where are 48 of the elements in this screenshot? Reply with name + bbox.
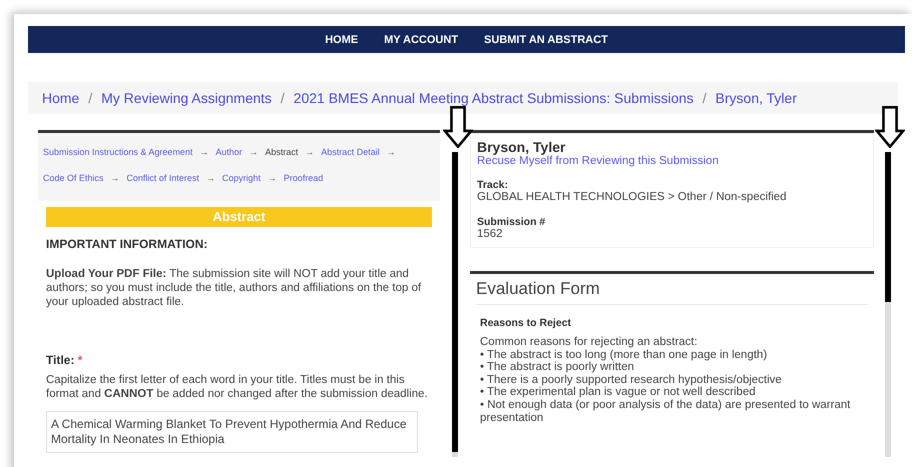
step-arrow: → (305, 146, 314, 159)
track-value: GLOBAL HEALTH TECHNOLOGIES > Other / Non-specified (477, 191, 788, 204)
section-header: Abstract (46, 207, 432, 227)
step-link[interactable]: Submission Instructions & Agreement (43, 139, 193, 165)
author-name: Bryson, Tyler (477, 139, 566, 155)
step-link[interactable]: Code Of Ethics (43, 165, 104, 191)
step-link[interactable]: Abstract Detail (321, 139, 380, 165)
step-arrow: → (249, 146, 258, 159)
title-help: Capitalize the first letter of each word in your title. Titles must be in this format and CANNOT be added nor changed after the submission deadline. (46, 373, 429, 401)
breadcrumb-link[interactable]: Bryson, Tyler (715, 90, 797, 106)
reasons-intro: Common reasons for rejecting an abstract: (480, 336, 698, 349)
step-arrow: → (386, 146, 396, 159)
breadcrumb-link[interactable]: 2021 BMES Annual Meeting Abstract Submissions: Submissions (294, 90, 694, 106)
scrollbar[interactable] (452, 152, 458, 457)
title-label: Title: (46, 353, 74, 367)
step-link[interactable]: Proofread (284, 165, 324, 191)
step-arrow: → (206, 172, 216, 185)
step-arrow: → (200, 146, 209, 159)
breadcrumb-link[interactable]: Home (42, 90, 80, 106)
recuse-link[interactable]: Recuse Myself from Reviewing this Submission (477, 155, 867, 167)
nav-link[interactable]: SUBMIT AN ABSTRACT (484, 34, 608, 46)
reason-item: • Not enough data (or poor analysis of the data) are presented to warrant presentation (480, 398, 852, 424)
submission-number: 1562 (477, 228, 504, 241)
reason-item: • The abstract is poorly written (480, 361, 636, 374)
section-heading: Reasons to Reject (480, 317, 572, 329)
important-heading: IMPORTANT INFORMATION: (46, 237, 209, 251)
scrollbar[interactable] (885, 152, 891, 457)
title-field[interactable]: A Chemical Warming Blanket To Prevent Hypothermia And Reduce Mortality In Neonates In Ethiopia (46, 411, 418, 453)
nav-link[interactable]: MY ACCOUNT (384, 34, 458, 46)
reason-item: • The abstract is too long (more than one page in length) (480, 348, 768, 362)
breadcrumb-separator: / (280, 90, 285, 106)
evaluation-heading: Evaluation Form (476, 279, 868, 305)
submission-number-label: Submission # (477, 216, 546, 228)
nav-link[interactable]: HOME (325, 34, 358, 46)
step-link[interactable]: Copyright (222, 165, 261, 191)
step-arrow: → (268, 172, 277, 185)
reason-item: • There is a poorly supported research hypothesis/objective (480, 374, 783, 386)
track-label: Track: (477, 179, 509, 191)
step-link[interactable]: Abstract (265, 139, 298, 165)
required-mark: * (78, 353, 82, 367)
reason-item: • The experimental plan is vague or not well described (480, 386, 756, 399)
upload-note: Upload Your PDF File: The submission site will NOT add your title and authors; so you must include the title, authors and affiliations on the top of your uploaded abstract file. (46, 267, 422, 309)
step-link[interactable]: Author (216, 139, 242, 165)
breadcrumb-link[interactable]: My Reviewing Assignments (101, 90, 272, 106)
step-arrow: → (110, 172, 120, 185)
breadcrumb-separator: / (88, 90, 92, 106)
breadcrumb-separator: / (702, 90, 706, 106)
step-link[interactable]: Conflict of Interest (126, 165, 200, 191)
